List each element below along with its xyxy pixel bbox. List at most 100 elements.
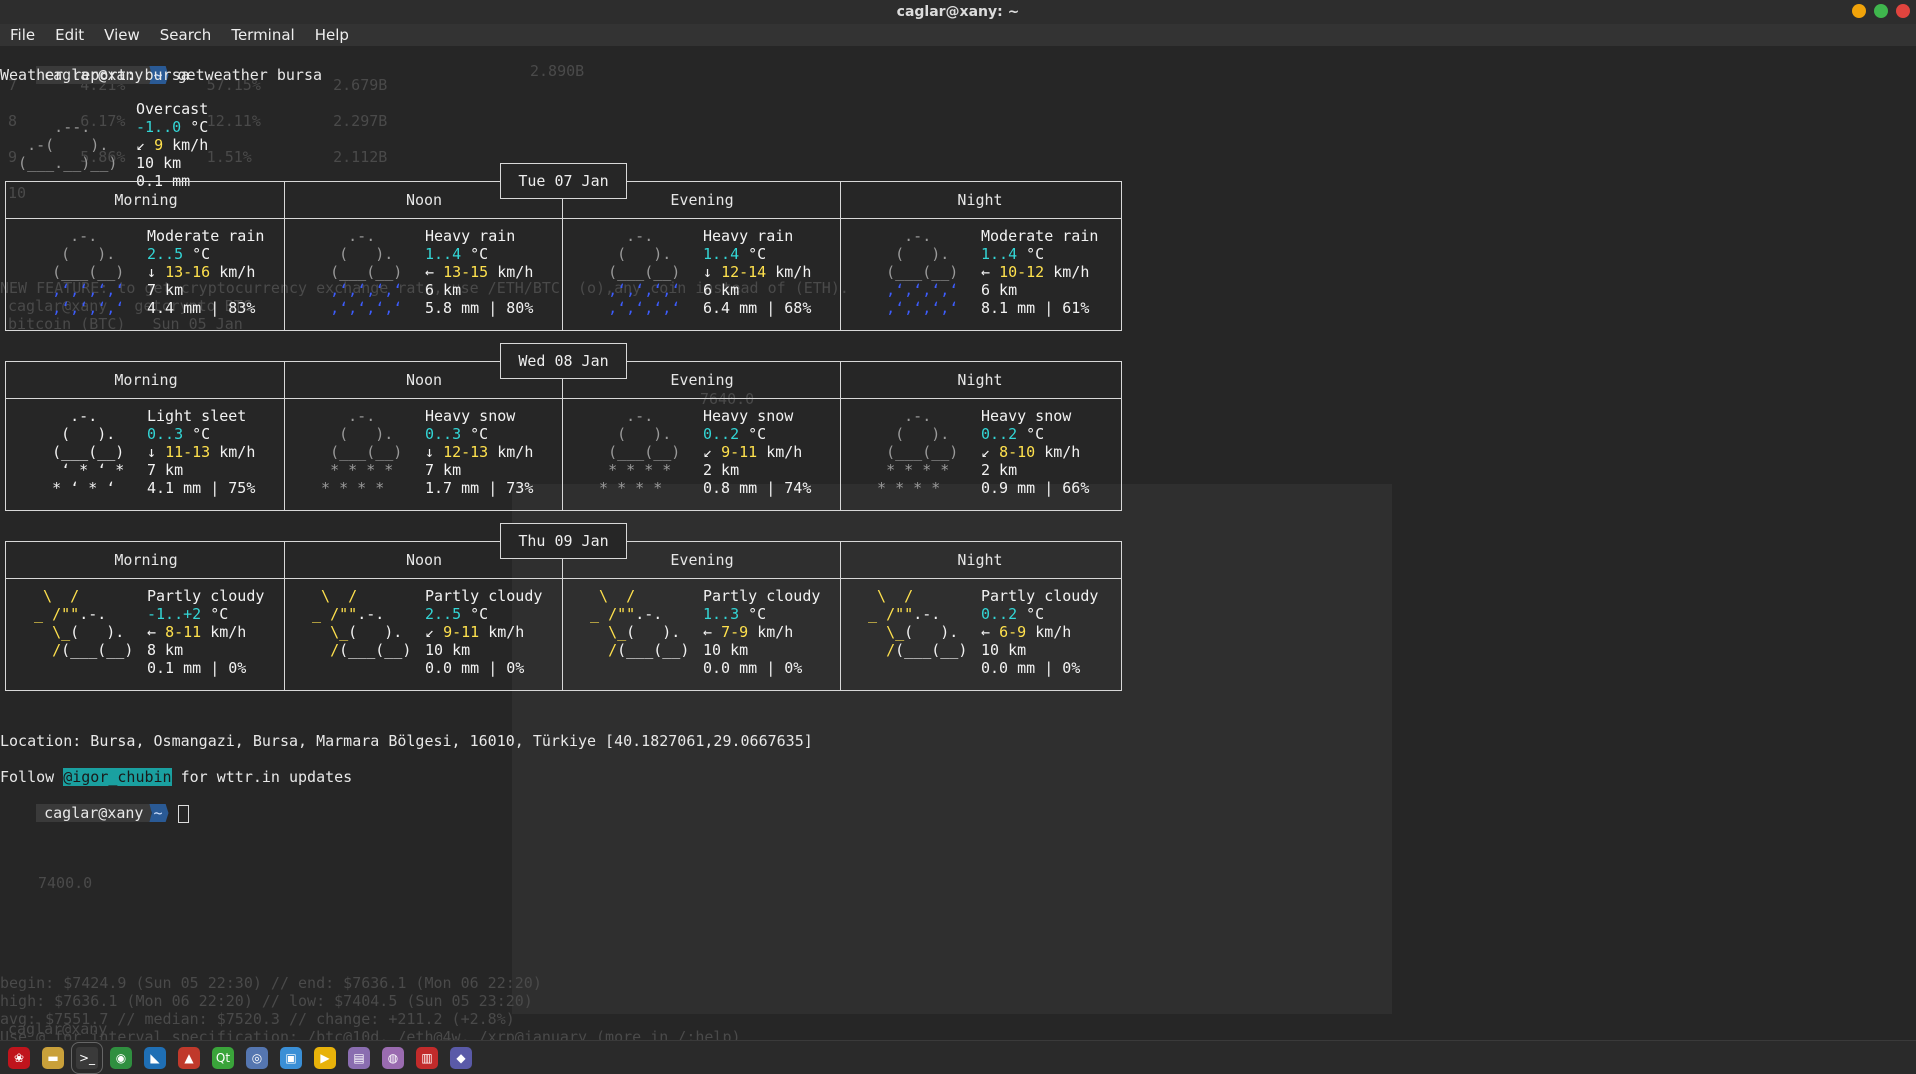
period-wind: 8-10 <box>999 443 1036 461</box>
period-header: Night <box>957 191 1003 209</box>
menu-search[interactable]: Search <box>150 26 222 44</box>
forecast-cell-noon: Noon .-. ( ). (___(__) ‚ʻ‚ʻ‚ʻ‚ʻ ‚ʻ‚ʻ‚ʻ‚ʻ… <box>285 191 563 329</box>
drive-icon[interactable]: ▲ <box>178 1046 200 1069</box>
prompt-line: caglar@xany ~ getweather bursa <box>0 48 322 84</box>
current-temp: -1..0 <box>136 118 182 136</box>
period-precip: 0.8 mm | 74% <box>703 479 812 497</box>
follow-handle[interactable]: @igor_chubin <box>63 768 172 786</box>
window-controls <box>1852 4 1910 18</box>
terminal-area[interactable]: 7 4.21% 57.15% 2.679B 8 6.17% 12.11% 2.29… <box>0 46 1916 1040</box>
weather-rain-icon: .-. ( ). (___(__) ‚ʻ‚ʻ‚ʻ‚ʻ ‚ʻ‚ʻ‚ʻ‚ʻ <box>859 227 977 317</box>
report-title: Weather report: bursa <box>0 66 190 84</box>
follow-prefix: Follow <box>0 768 64 786</box>
terminal-icon[interactable]: >_ <box>71 1041 103 1074</box>
screenshot-icon[interactable]: ▣ <box>280 1046 302 1069</box>
forecast-cell-morning: Morning \ / _ /"".-. \_( ). /(___(__) Pa… <box>7 551 285 689</box>
weather-rain-icon: .-. ( ). (___(__) ‚ʻ‚ʻ‚ʻ‚ʻ ‚ʻ‚ʻ‚ʻ‚ʻ <box>303 227 421 317</box>
period-wind-unit: km/h <box>497 263 534 281</box>
menu-file[interactable]: File <box>0 26 45 44</box>
period-precip: 0.0 mm | 0% <box>425 659 525 677</box>
location-line: Location: Bursa, Osmangazi, Bursa, Marma… <box>0 732 813 750</box>
weather-rain-icon: .-. ( ). (___(__) ‚ʻ‚ʻ‚ʻ‚ʻ ‚ʻ‚ʻ‚ʻ‚ʻ <box>581 227 699 317</box>
weather-rain-icon: .-. ( ). (___(__) ‚ʻ‚ʻ‚ʻ‚ʻ ‚ʻ‚ʻ‚ʻ‚ʻ <box>25 227 143 317</box>
webcam-icon[interactable]: ◍ <box>382 1046 404 1069</box>
period-precip: 4.4 mm | 83% <box>147 299 256 317</box>
forecast-cell-night: Night .-. ( ). (___(__) * * * * * * * * … <box>841 371 1119 509</box>
period-visibility: 10 km <box>703 641 749 659</box>
forecast-cell-morning: Morning .-. ( ). (___(__) ‚ʻ‚ʻ‚ʻ‚ʻ ‚ʻ‚ʻ‚… <box>7 191 285 329</box>
wind-arrow-icon: ↙ <box>703 443 713 461</box>
weather-partly-icon: \ / _ /"".-. \_( ). /(___(__) <box>25 587 143 659</box>
period-info: Heavy snow 0..2 °C ↙ 9-11 km/h 2 km 0.8 mm |… <box>703 407 811 497</box>
period-precip: 8.1 mm | 61% <box>981 299 1090 317</box>
period-wind-unit: km/h <box>1035 623 1072 641</box>
current-temp-unit: °C <box>190 118 209 136</box>
period-info: Partly cloudy 0..2 °C ← 6-9 km/h 10 km 0.0 m… <box>981 587 1098 677</box>
vscode-icon[interactable]: ◣ <box>144 1046 166 1069</box>
period-info: Heavy rain 1..4 °C ← 13-15 km/h 6 km 5.8 mm … <box>425 227 533 317</box>
menu-terminal[interactable]: Terminal <box>221 26 304 44</box>
period-visibility: 2 km <box>981 461 1018 479</box>
period-condition: Partly cloudy <box>147 587 265 605</box>
period-wind: 6-9 <box>999 623 1027 641</box>
period-precip: 0.0 mm | 0% <box>981 659 1081 677</box>
period-condition: Light sleet <box>147 407 247 425</box>
period-precip: 4.1 mm | 75% <box>147 479 256 497</box>
period-wind: 12-13 <box>443 443 489 461</box>
prompt-command: getweather bursa <box>177 66 323 84</box>
menu-edit[interactable]: Edit <box>45 26 94 44</box>
period-header: Morning <box>114 191 178 209</box>
period-wind-unit: km/h <box>1053 263 1090 281</box>
period-temp: -1..+2 <box>147 605 202 623</box>
ghost-line: high: $7636.1 (Mon 06 22:20) // low: $74… <box>0 992 533 1010</box>
forecast-cell-night: Night .-. ( ). (___(__) ‚ʻ‚ʻ‚ʻ‚ʻ ‚ʻ‚ʻ‚ʻ‚… <box>841 191 1119 329</box>
period-precip: 0.0 mm | 0% <box>703 659 803 677</box>
disk-icon[interactable]: ◎ <box>246 1046 268 1069</box>
period-temp-unit: °C <box>748 425 767 443</box>
menu-help[interactable]: Help <box>305 26 359 44</box>
menu-view[interactable]: View <box>94 26 150 44</box>
period-temp-unit: °C <box>210 605 229 623</box>
period-temp-unit: °C <box>470 605 489 623</box>
period-wind: 11-13 <box>165 443 211 461</box>
qt-icon[interactable]: Qt <box>212 1046 234 1069</box>
wind-arrow-icon: ↓ <box>147 263 157 281</box>
period-header: Night <box>957 371 1003 389</box>
forecast-date: Thu 09 Jan <box>500 523 627 559</box>
period-temp-unit: °C <box>192 245 211 263</box>
forecast-cell-noon: Noon \ / _ /"".-. \_( ). /(___(__) Partl… <box>285 551 563 689</box>
forecast-cell-evening: Evening .-. ( ). (___(__) * * * * * * * … <box>563 371 841 509</box>
period-condition: Heavy rain <box>425 227 516 245</box>
prompt-dir-2: ~ <box>149 804 169 822</box>
period-precip: 1.7 mm | 73% <box>425 479 534 497</box>
period-condition: Partly cloudy <box>703 587 821 605</box>
files-icon[interactable]: ▬ <box>42 1046 64 1069</box>
period-wind-unit: km/h <box>757 623 794 641</box>
period-condition: Moderate rain <box>981 227 1099 245</box>
follow-line: Follow @igor_chubin for wttr.in updates <box>0 768 352 786</box>
forecast-cell-morning: Morning .-. ( ). (___(__) ʻ * ʻ * * ʻ * … <box>7 371 285 509</box>
period-visibility: 10 km <box>425 641 471 659</box>
period-info: Heavy snow 0..3 °C ↓ 12-13 km/h 7 km 1.7 mm … <box>425 407 533 497</box>
period-temp: 0..2 <box>981 425 1018 443</box>
period-precip: 5.8 mm | 80% <box>425 299 534 317</box>
chrome-icon[interactable]: ◉ <box>110 1046 132 1069</box>
period-visibility: 10 km <box>981 641 1027 659</box>
taskbar: ❀ ▬ >_ ◉ ◣ ▲ Qt ◎ ▣ ▶ ▤ ◍ ▥ ◆ <box>0 1040 1916 1074</box>
debian-icon[interactable]: ❀ <box>8 1046 30 1069</box>
period-temp: 1..4 <box>981 245 1018 263</box>
window-titlebar: caglar@xany: ~ <box>0 0 1916 24</box>
popcorn-icon[interactable]: ▥ <box>416 1046 438 1069</box>
maximize-button[interactable] <box>1874 4 1888 18</box>
minimize-button[interactable] <box>1852 4 1866 18</box>
remote-icon[interactable]: ◆ <box>450 1046 472 1069</box>
wind-arrow-icon: ← <box>147 623 157 641</box>
terminal-cursor[interactable] <box>177 804 189 823</box>
media-player-icon[interactable]: ▶ <box>314 1046 336 1069</box>
notes-icon[interactable]: ▤ <box>348 1046 370 1069</box>
period-temp-unit: °C <box>748 245 767 263</box>
period-temp: 0..2 <box>981 605 1018 623</box>
period-wind: 9-11 <box>721 443 758 461</box>
close-button[interactable] <box>1896 4 1910 18</box>
wind-arrow-icon: ← <box>981 623 991 641</box>
